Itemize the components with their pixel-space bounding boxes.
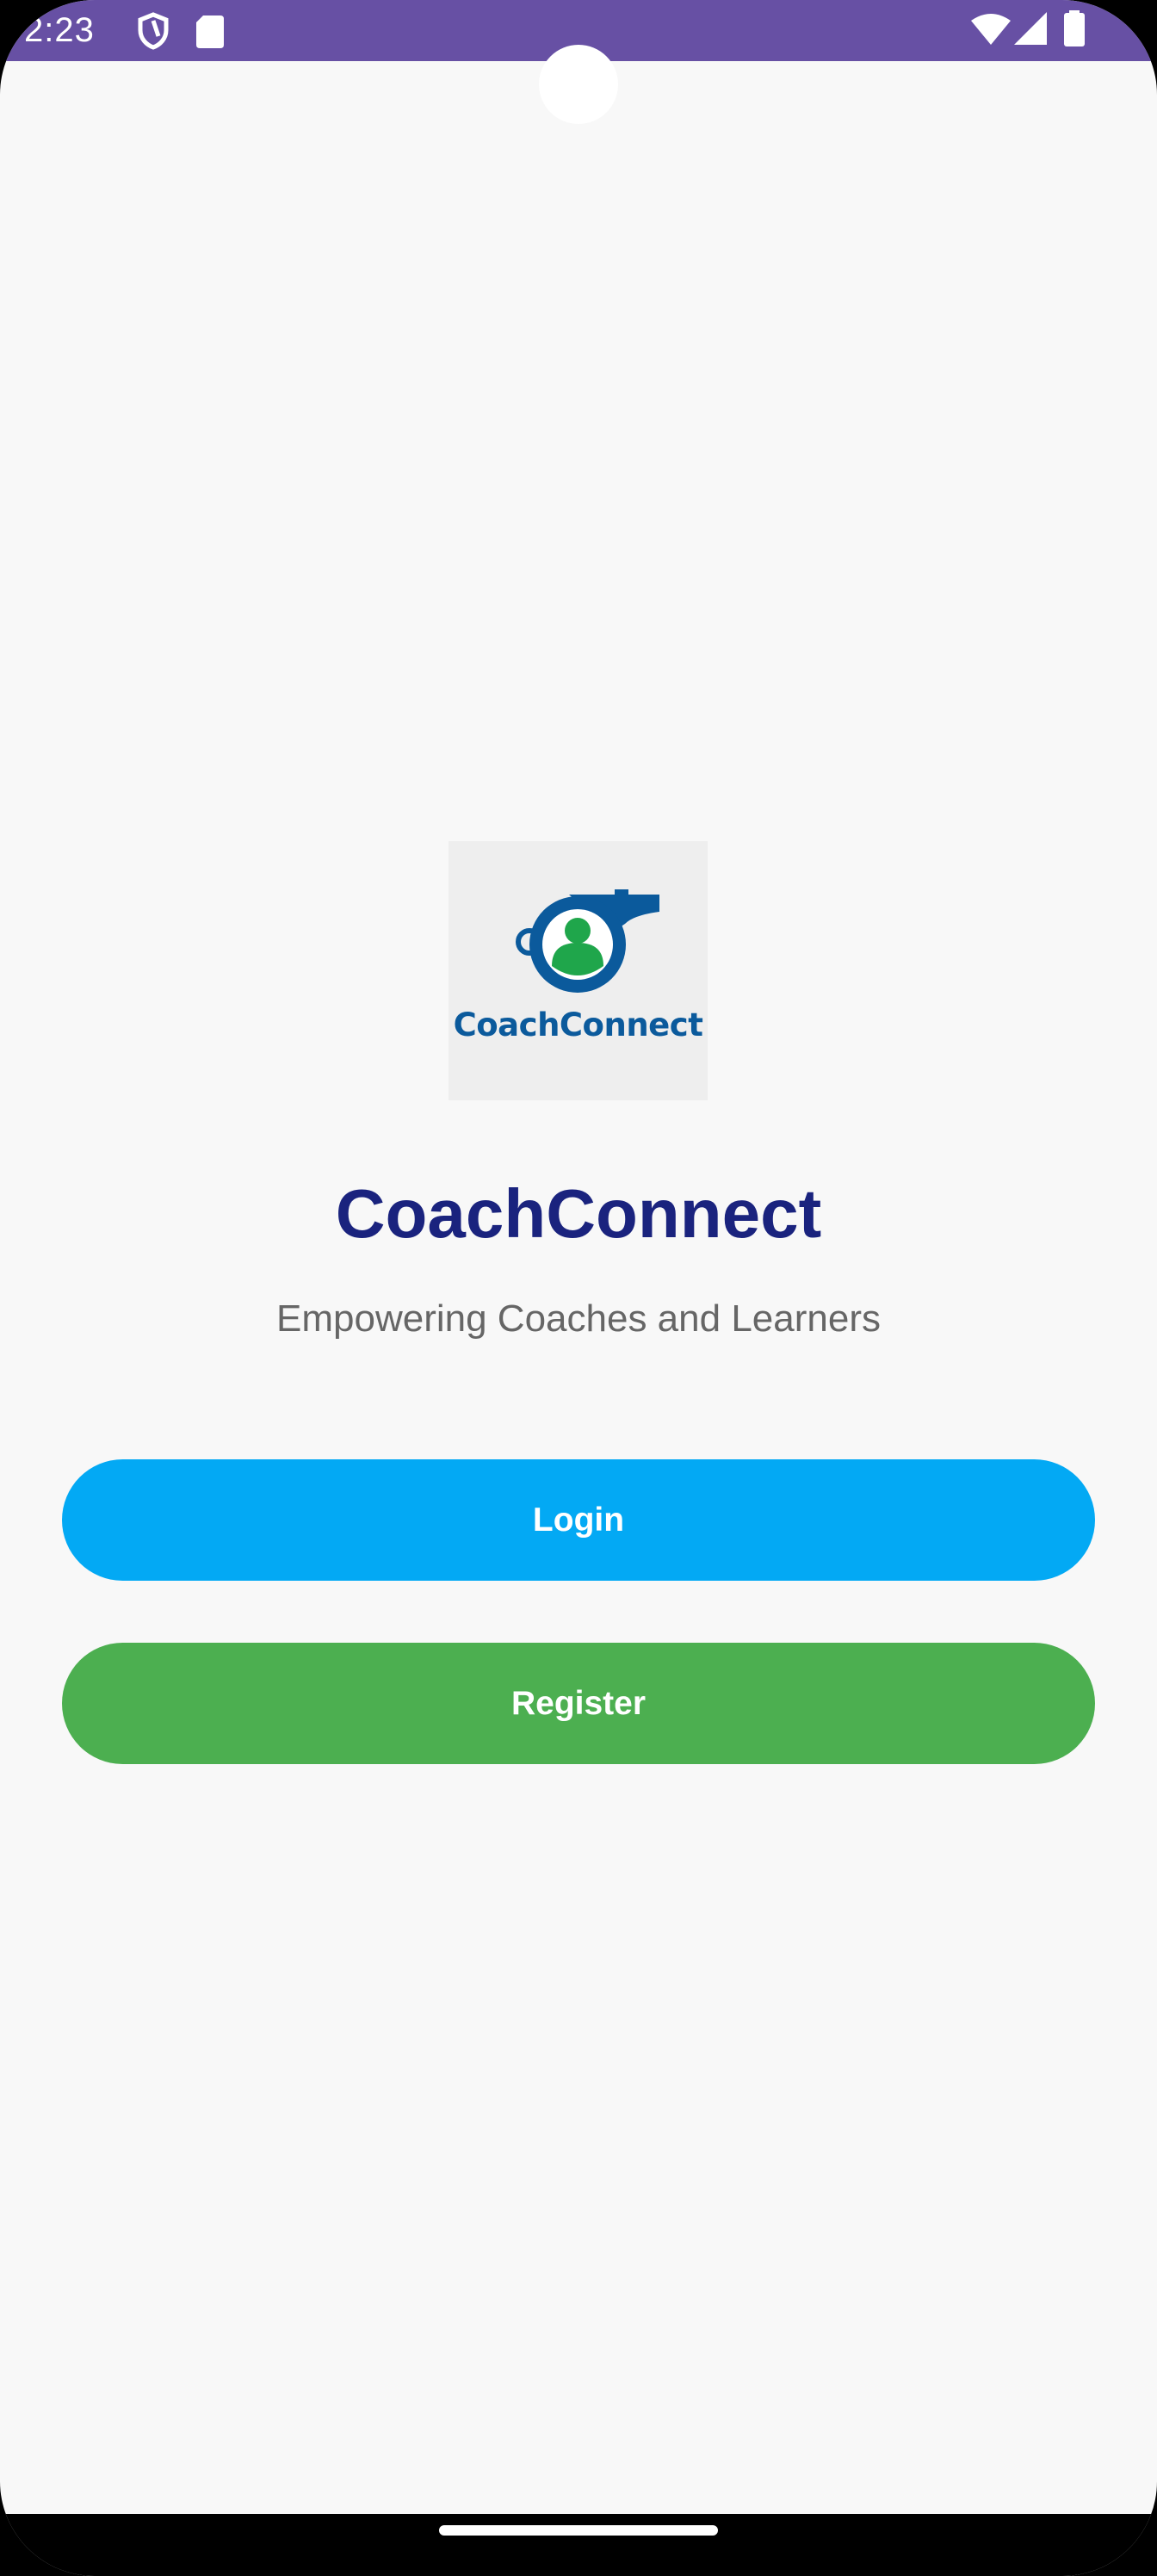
camera-cutout bbox=[539, 45, 618, 124]
register-button[interactable]: Register bbox=[62, 1643, 1095, 1764]
cell-signal-icon bbox=[1014, 12, 1047, 49]
app-logo: CoachConnect bbox=[449, 841, 708, 1100]
app-screen: 2:23 CoachConnect CoachConnect Empowerin… bbox=[0, 0, 1157, 2576]
shield-icon bbox=[136, 12, 170, 54]
sd-card-icon bbox=[196, 15, 224, 53]
app-title: CoachConnect bbox=[335, 1175, 822, 1252]
whistle-person-icon bbox=[516, 889, 659, 993]
logo-wordmark: CoachConnect bbox=[453, 1006, 703, 1043]
status-time: 2:23 bbox=[24, 11, 95, 49]
home-gesture-handle[interactable] bbox=[439, 2525, 718, 2536]
app-subtitle: Empowering Coaches and Learners bbox=[276, 1297, 881, 1340]
navigation-bar bbox=[0, 2514, 1157, 2576]
wifi-icon bbox=[971, 14, 1011, 49]
battery-icon bbox=[1064, 10, 1085, 51]
login-button[interactable]: Login bbox=[62, 1459, 1095, 1581]
